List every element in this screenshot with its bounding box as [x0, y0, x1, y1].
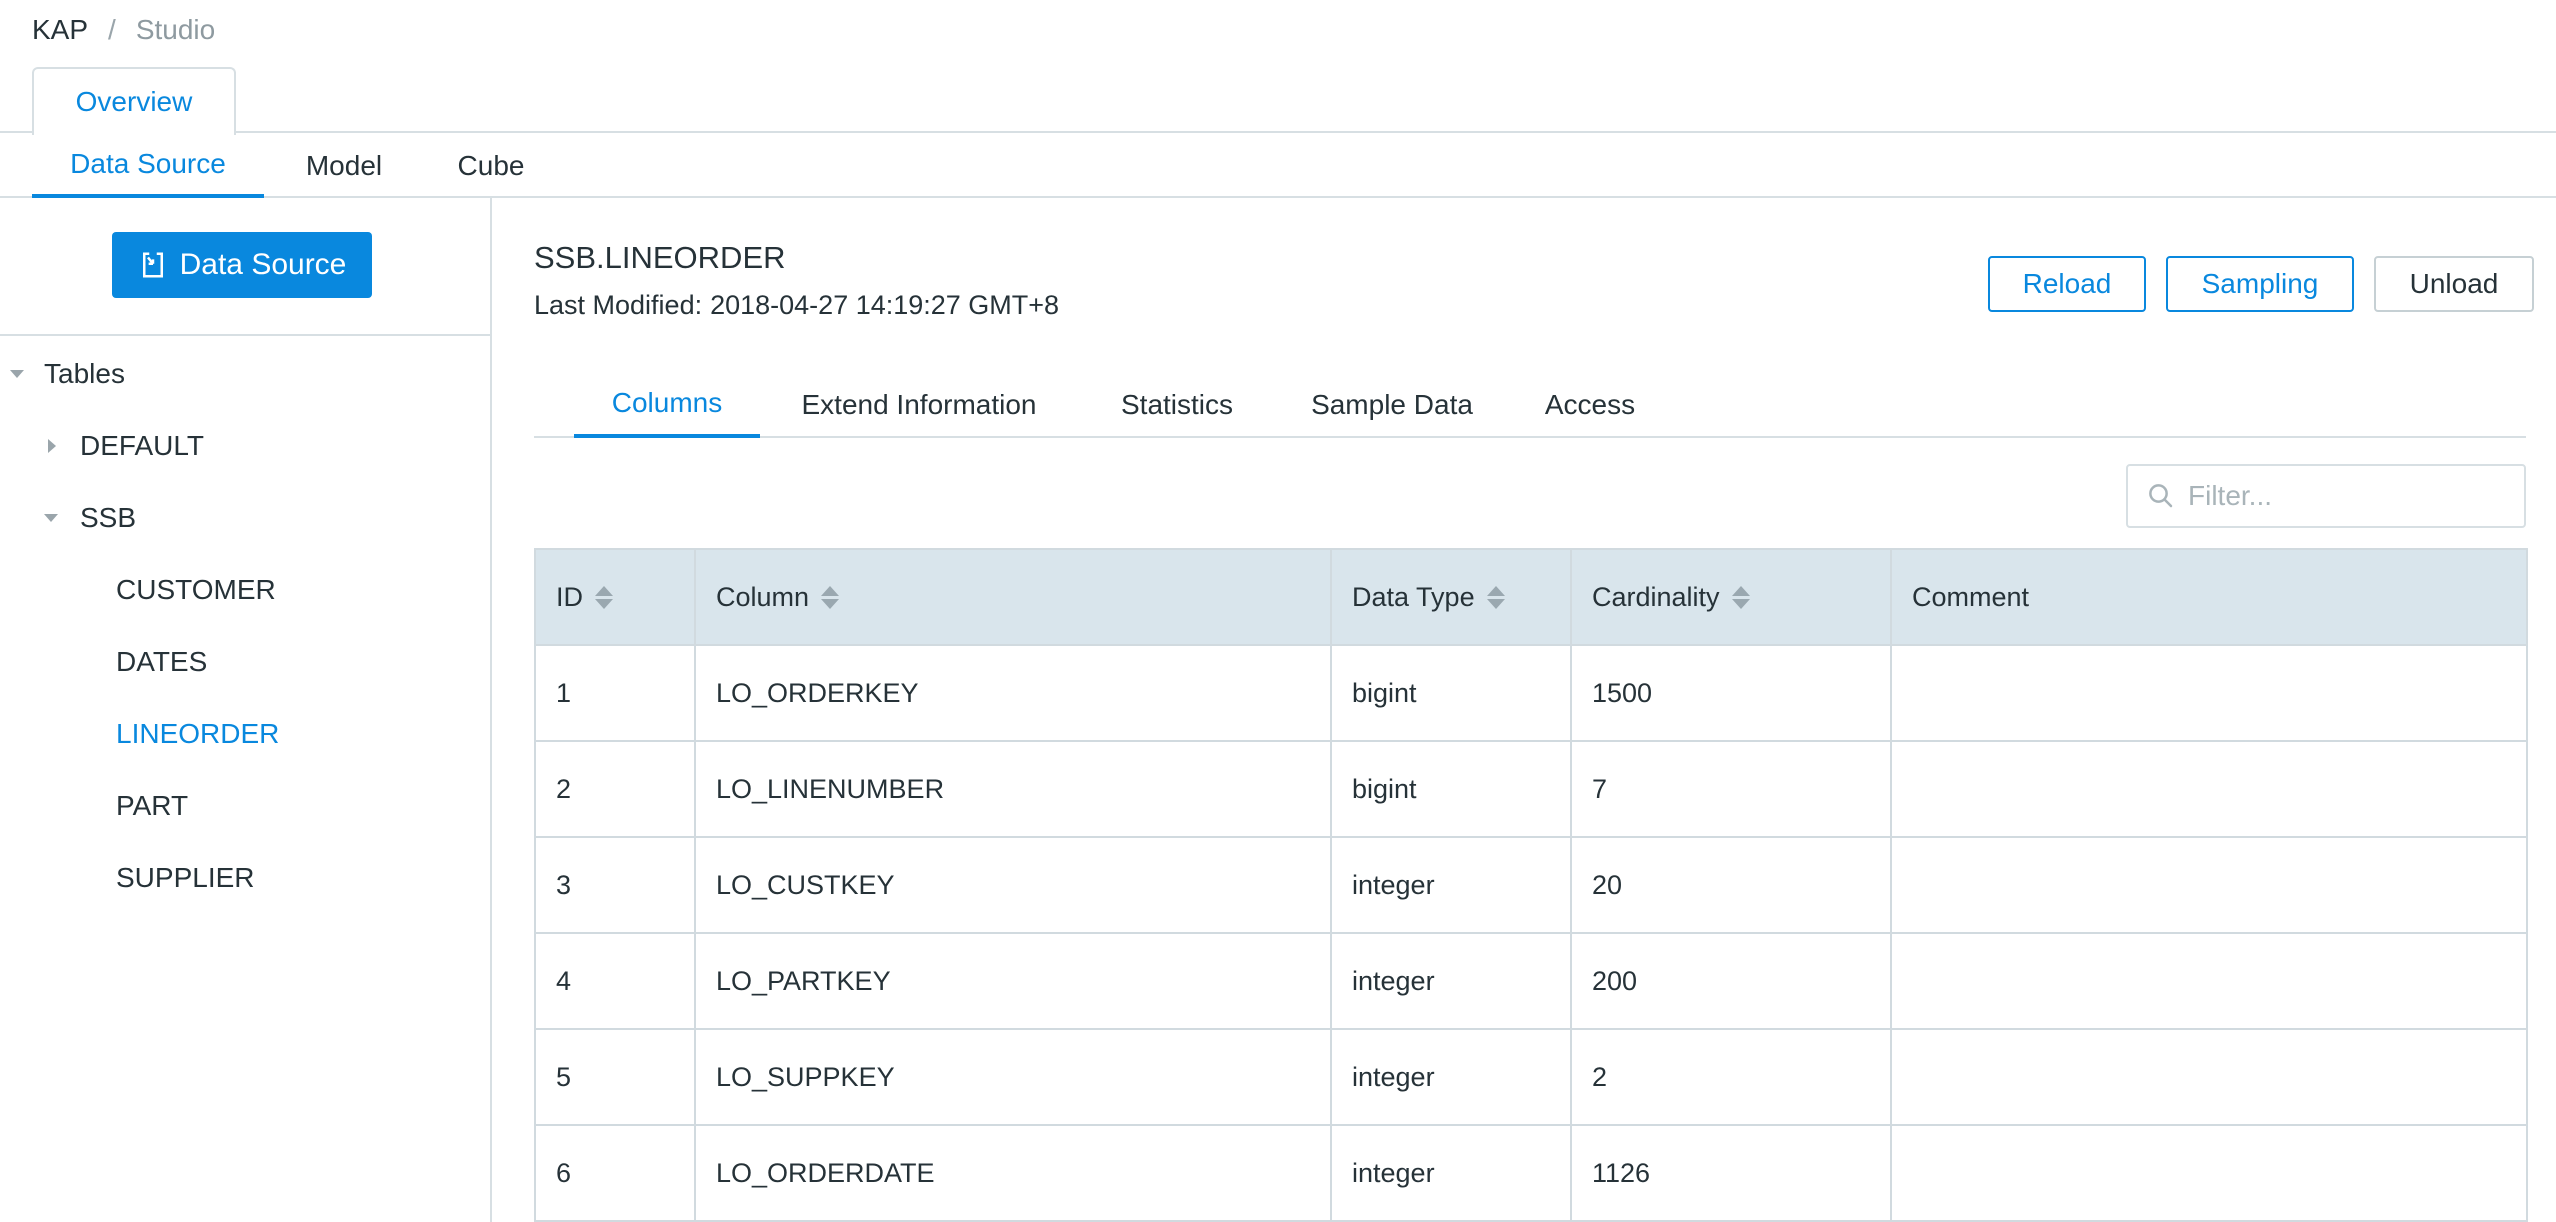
- table-header-row: ID Column Data Type Cardinality Comment: [534, 548, 2528, 646]
- tree-node-tables[interactable]: Tables: [10, 352, 125, 396]
- cell-comment: [1890, 932, 2528, 1030]
- add-data-source-label: Data Source: [179, 248, 347, 281]
- tree-node-label: SSB: [80, 502, 137, 533]
- header-data-type[interactable]: Data Type: [1330, 548, 1572, 646]
- tree-node-label: DEFAULT: [80, 430, 204, 461]
- cell-column: LO_PARTKEY: [694, 932, 1332, 1030]
- header-column[interactable]: Column: [694, 548, 1332, 646]
- breadcrumb-separator: /: [108, 14, 116, 45]
- tree-node-label: Tables: [44, 358, 125, 389]
- sidebar-divider: [0, 334, 490, 336]
- tree-node-customer[interactable]: CUSTOMER: [116, 568, 276, 612]
- tab-sample-data[interactable]: Sample Data: [1304, 372, 1480, 438]
- caret-down-icon: [44, 514, 58, 522]
- detail-tab-bar: Columns Extend Information Statistics Sa…: [534, 372, 2526, 438]
- add-data-source-button[interactable]: Data Source: [112, 232, 372, 298]
- sort-icon[interactable]: [1731, 585, 1750, 609]
- cell-comment: [1890, 644, 2528, 742]
- top-tab-bar: Overview: [0, 67, 2556, 135]
- header-comment: Comment: [1890, 548, 2528, 646]
- sub-nav-cube[interactable]: Cube: [436, 134, 546, 198]
- table-row: 5 LO_SUPPKEY integer 2: [534, 1028, 2528, 1126]
- filter-box: [2126, 464, 2526, 528]
- table-row: 4 LO_PARTKEY integer 200: [534, 932, 2528, 1030]
- cell-id: 2: [534, 740, 696, 838]
- table-row: 2 LO_LINENUMBER bigint 7: [534, 740, 2528, 838]
- breadcrumb-root[interactable]: KAP: [32, 14, 88, 46]
- tab-columns[interactable]: Columns: [574, 372, 760, 438]
- tree-node-default[interactable]: DEFAULT: [48, 424, 204, 468]
- tree-node-ssb[interactable]: SSB: [44, 496, 136, 540]
- sub-nav-model[interactable]: Model: [284, 134, 404, 198]
- tab-extend-information[interactable]: Extend Information: [788, 372, 1050, 438]
- cell-comment: [1890, 740, 2528, 838]
- cell-comment: [1890, 836, 2528, 934]
- columns-table: ID Column Data Type Cardinality Comment …: [534, 548, 2528, 1222]
- cell-id: 5: [534, 1028, 696, 1126]
- cell-id: 3: [534, 836, 696, 934]
- breadcrumb: KAP / Studio: [32, 10, 215, 50]
- cell-id: 1: [534, 644, 696, 742]
- cell-column: LO_ORDERKEY: [694, 644, 1332, 742]
- header-label: Column: [716, 581, 810, 612]
- sidebar: Data Source Tables DEFAULT SSB CUSTOMER …: [0, 198, 492, 1222]
- sampling-button[interactable]: Sampling: [2166, 256, 2354, 312]
- cell-cardinality: 1126: [1570, 1124, 1892, 1222]
- tab-overview[interactable]: Overview: [32, 67, 236, 135]
- caret-down-icon: [10, 370, 24, 378]
- tab-access[interactable]: Access: [1534, 372, 1646, 438]
- cell-column: LO_SUPPKEY: [694, 1028, 1332, 1126]
- breadcrumb-current: Studio: [135, 14, 216, 45]
- cell-id: 4: [534, 932, 696, 1030]
- header-id[interactable]: ID: [534, 548, 696, 646]
- search-icon: [2149, 484, 2173, 508]
- sort-icon[interactable]: [821, 585, 840, 609]
- sub-nav: Data Source Model Cube: [0, 134, 2556, 198]
- cell-column: LO_CUSTKEY: [694, 836, 1332, 934]
- cell-data-type: bigint: [1330, 644, 1572, 742]
- table-row: 6 LO_ORDERDATE integer 1126: [534, 1124, 2528, 1222]
- cell-data-type: integer: [1330, 1124, 1572, 1222]
- table-row: 1 LO_ORDERKEY bigint 1500: [534, 644, 2528, 742]
- sort-icon[interactable]: [1486, 585, 1505, 609]
- unload-button[interactable]: Unload: [2374, 256, 2534, 312]
- last-modified-value: 2018-04-27 14:19:27 GMT+8: [710, 290, 1060, 320]
- tree-node-lineorder[interactable]: LINEORDER: [116, 712, 279, 756]
- cell-data-type: bigint: [1330, 740, 1572, 838]
- cell-cardinality: 1500: [1570, 644, 1892, 742]
- cell-column: LO_ORDERDATE: [694, 1124, 1332, 1222]
- cell-data-type: integer: [1330, 932, 1572, 1030]
- reload-button[interactable]: Reload: [1988, 256, 2146, 312]
- header-cardinality[interactable]: Cardinality: [1570, 548, 1892, 646]
- cell-cardinality: 7: [1570, 740, 1892, 838]
- sort-icon[interactable]: [595, 585, 613, 609]
- page-title: SSB.LINEORDER: [534, 240, 786, 275]
- cell-cardinality: 200: [1570, 932, 1892, 1030]
- cell-column: LO_LINENUMBER: [694, 740, 1332, 838]
- cell-cardinality: 2: [1570, 1028, 1892, 1126]
- header-label: ID: [556, 581, 583, 612]
- last-modified-label: Last Modified:: [534, 290, 703, 320]
- cell-data-type: integer: [1330, 1028, 1572, 1126]
- cell-comment: [1890, 1028, 2528, 1126]
- tree-node-part[interactable]: PART: [116, 784, 188, 828]
- header-label: Data Type: [1352, 581, 1475, 612]
- cell-cardinality: 20: [1570, 836, 1892, 934]
- tree-node-supplier[interactable]: SUPPLIER: [116, 856, 255, 900]
- header-label: Cardinality: [1592, 581, 1720, 612]
- sub-nav-data-source[interactable]: Data Source: [32, 134, 264, 198]
- header-label: Comment: [1912, 581, 2030, 612]
- cell-data-type: integer: [1330, 836, 1572, 934]
- import-icon: [142, 252, 163, 278]
- last-modified: Last Modified: 2018-04-27 14:19:27 GMT+8: [534, 290, 1059, 321]
- tab-statistics[interactable]: Statistics: [1106, 372, 1248, 438]
- tree-node-dates[interactable]: DATES: [116, 640, 207, 684]
- cell-id: 6: [534, 1124, 696, 1222]
- cell-comment: [1890, 1124, 2528, 1222]
- filter-input[interactable]: [2188, 480, 2508, 512]
- caret-right-icon: [48, 439, 56, 453]
- table-row: 3 LO_CUSTKEY integer 20: [534, 836, 2528, 934]
